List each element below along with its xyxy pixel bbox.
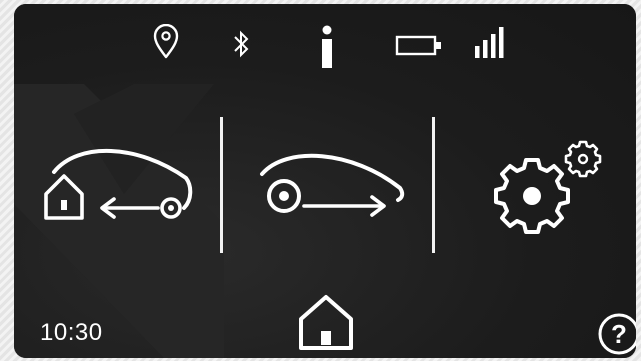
divider-left xyxy=(220,117,223,253)
battery-icon xyxy=(395,35,441,56)
start-mowing-button[interactable] xyxy=(248,148,408,220)
info-icon xyxy=(322,25,332,68)
divider-right xyxy=(432,117,435,253)
bluetooth-icon xyxy=(234,30,249,58)
mower-drive-forward-icon xyxy=(260,153,405,217)
help-button[interactable]: ? xyxy=(597,312,636,356)
mower-return-home-icon xyxy=(44,148,193,220)
settings-button[interactable] xyxy=(482,136,606,244)
home-icon xyxy=(299,295,353,350)
clock-time: 10:30 xyxy=(40,319,103,346)
location-icon xyxy=(153,24,179,59)
display-panel: 10:30 ? xyxy=(14,4,636,358)
device-screen: 10:30 ? xyxy=(0,0,641,361)
home-button[interactable] xyxy=(297,294,355,352)
settings-gears-icon xyxy=(494,140,602,234)
signal-strength-icon xyxy=(475,27,504,58)
park-home-button[interactable] xyxy=(38,142,198,224)
help-label: ? xyxy=(611,319,627,349)
